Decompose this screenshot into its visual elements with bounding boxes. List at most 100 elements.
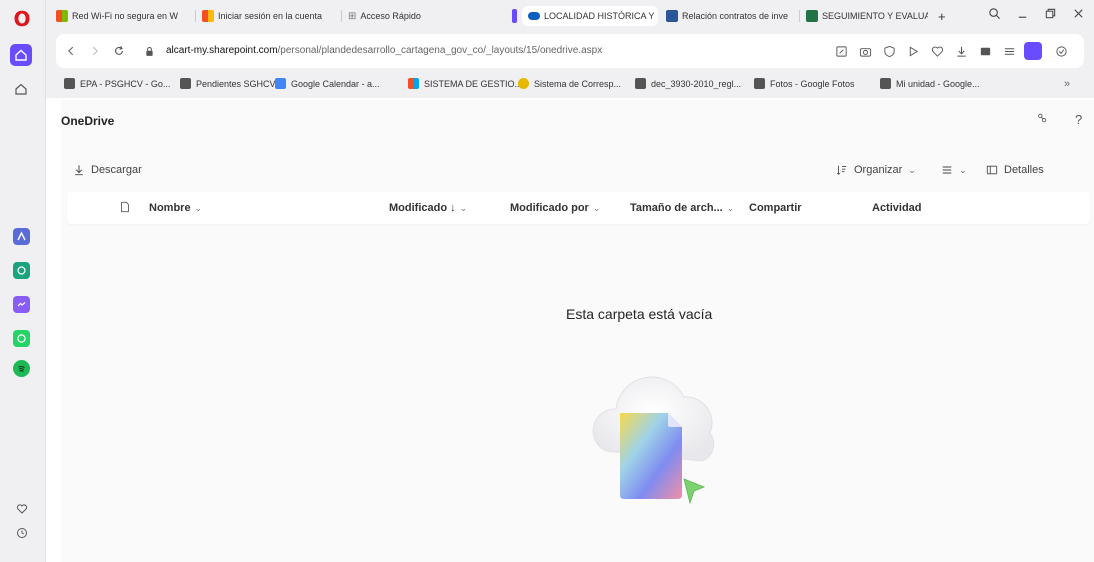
address-toolbar: alcart-my.sharepoint.com/personal/plande… [46,30,1094,72]
windows-icon [408,78,419,89]
bookmark-label: Fotos - Google Fotos [770,78,855,89]
calendar-icon [275,78,286,89]
url-path: /personal/plandedesarrollo_cartagena_gov… [277,45,603,56]
doc-icon [635,78,646,89]
download-label: Descargar [91,164,142,176]
heart-icon[interactable] [13,500,30,517]
tab-onedrive-active[interactable]: LOCALIDAD HISTÓRICA Y [522,6,658,26]
address-field-container: alcart-my.sharepoint.com/personal/plande… [56,34,1084,68]
opera-logo-icon[interactable]: O [9,6,35,32]
snapshot-icon[interactable] [978,44,992,58]
globe-icon [518,78,529,89]
windows-icon [202,10,214,22]
workspace-home-icon[interactable] [10,44,32,66]
opera-sidebar: O [0,0,46,562]
details-button[interactable]: Detalles [986,164,1044,176]
file-list-header: Nombre ⌄ Modificado ↓ ⌄ Modificado por ⌄ Ta… [67,192,1090,224]
excel-icon [806,10,818,22]
back-icon[interactable] [64,44,78,58]
tab-word[interactable]: Relación contratos de inve [666,8,800,24]
help-icon[interactable]: ? [1075,112,1082,127]
heart-icon[interactable] [930,44,944,58]
new-tab-button[interactable]: + [938,8,954,24]
spotify-app-icon[interactable] [13,360,30,377]
bookmark-label: Pendientes SGHCV [196,78,276,89]
bookmark-label: Sistema de Corresp... [534,78,622,89]
column-sharing[interactable]: Compartir [749,202,802,214]
view-options-button[interactable]: ⌄ [941,164,967,176]
bookmark-item[interactable]: EPA - PSGHCV - Go... [64,78,170,89]
file-type-icon[interactable] [119,200,131,217]
word-icon [666,10,678,22]
share-icon[interactable] [1036,112,1048,127]
bookmark-label: EPA - PSGHCV - Go... [80,78,171,89]
command-bar: Descargar Organizar ⌄ ⌄ Detalles [61,160,1094,184]
download-icon[interactable] [954,44,968,58]
chevron-down-icon: ⌄ [194,203,203,213]
doc-icon [64,78,75,89]
sort-button[interactable]: Organizar ⌄ [836,164,916,176]
play-icon[interactable] [906,44,920,58]
minimize-icon[interactable] [1012,6,1032,24]
windows-icon [56,10,68,22]
bookmark-label: SISTEMA DE GESTIO... [424,78,523,89]
bookmark-label: Mi unidad - Google... [896,78,980,89]
bookmarks-bar: EPA - PSGHCV - Go... Pendientes SGHCV Go… [46,72,1094,98]
speed-dial-icon: ⊞ [348,10,357,22]
column-size-label: Tamaño de arch... [630,202,723,214]
camera-icon[interactable] [858,44,872,58]
forward-icon[interactable] [88,44,102,58]
details-pane-icon [986,165,998,175]
bookmark-item[interactable]: Google Calendar - a... [275,78,380,89]
vpn-icon[interactable] [1054,44,1068,58]
column-sharing-label: Compartir [749,202,802,214]
restore-icon[interactable] [1040,6,1060,24]
search-tabs-icon[interactable] [984,6,1004,24]
doc-icon [880,78,891,89]
chevron-down-icon: ⌄ [959,164,967,175]
tab-label: Red Wi-Fi no segura en W [72,11,179,21]
bookmark-item[interactable]: Mi unidad - Google... [880,78,980,89]
easy-setup-icon[interactable] [1002,44,1016,58]
column-activity-label: Actividad [872,202,922,214]
messenger-app-icon[interactable] [13,296,30,313]
onedrive-page: OneDrive ? Descargar Organizar ⌄ ⌄ Detal… [61,100,1094,562]
bookmark-item[interactable]: Pendientes SGHCV [180,78,276,89]
column-size[interactable]: Tamaño de arch... ⌄ [630,202,734,214]
tab-island-indicator [512,9,517,23]
shield-icon[interactable] [882,44,896,58]
doc-icon [754,78,765,89]
column-modified-by[interactable]: Modificado por ⌄ [510,202,600,214]
tab-wifi[interactable]: Red Wi-Fi no segura en W [56,8,196,24]
column-name[interactable]: Nombre ⌄ [149,202,202,214]
extension-icon[interactable] [1024,42,1042,60]
workspace-icon[interactable] [10,78,32,100]
tab-login[interactable]: Iniciar sesión en la cuenta [202,8,342,24]
details-label: Detalles [1004,164,1044,176]
tab-speed-dial[interactable]: ⊞ Acceso Rápido [348,8,458,24]
reload-icon[interactable] [112,44,126,58]
bookmarks-overflow-button[interactable]: » [1064,78,1070,90]
history-icon[interactable] [13,524,30,541]
lock-icon[interactable] [142,44,156,58]
tab-label: Iniciar sesión en la cuenta [218,11,323,21]
url-domain: alcart-my.sharepoint.com [166,45,278,56]
close-icon[interactable] [1068,6,1088,24]
tab-excel[interactable]: SEGUIMIENTO Y EVALUAC [806,8,928,24]
column-modified[interactable]: Modificado ↓ ⌄ [389,202,467,214]
tab-label: LOCALIDAD HISTÓRICA Y [544,11,655,21]
edit-page-icon[interactable] [834,44,848,58]
page-title: OneDrive [61,114,115,128]
tab-label: Acceso Rápido [360,11,421,21]
bookmark-item[interactable]: dec_3930-2010_regl... [635,78,741,89]
chevron-down-icon: ⌄ [908,164,916,175]
column-activity[interactable]: Actividad [872,202,922,214]
bookmark-item[interactable]: SISTEMA DE GESTIO... [408,78,522,89]
url-field[interactable]: alcart-my.sharepoint.com/personal/plande… [166,45,602,56]
bookmark-item[interactable]: Sistema de Corresp... [518,78,621,89]
download-button[interactable]: Descargar [73,164,142,176]
chatgpt-app-icon[interactable] [13,262,30,279]
aria-app-icon[interactable] [13,228,30,245]
whatsapp-app-icon[interactable] [13,330,30,347]
bookmark-item[interactable]: Fotos - Google Fotos [754,78,855,89]
